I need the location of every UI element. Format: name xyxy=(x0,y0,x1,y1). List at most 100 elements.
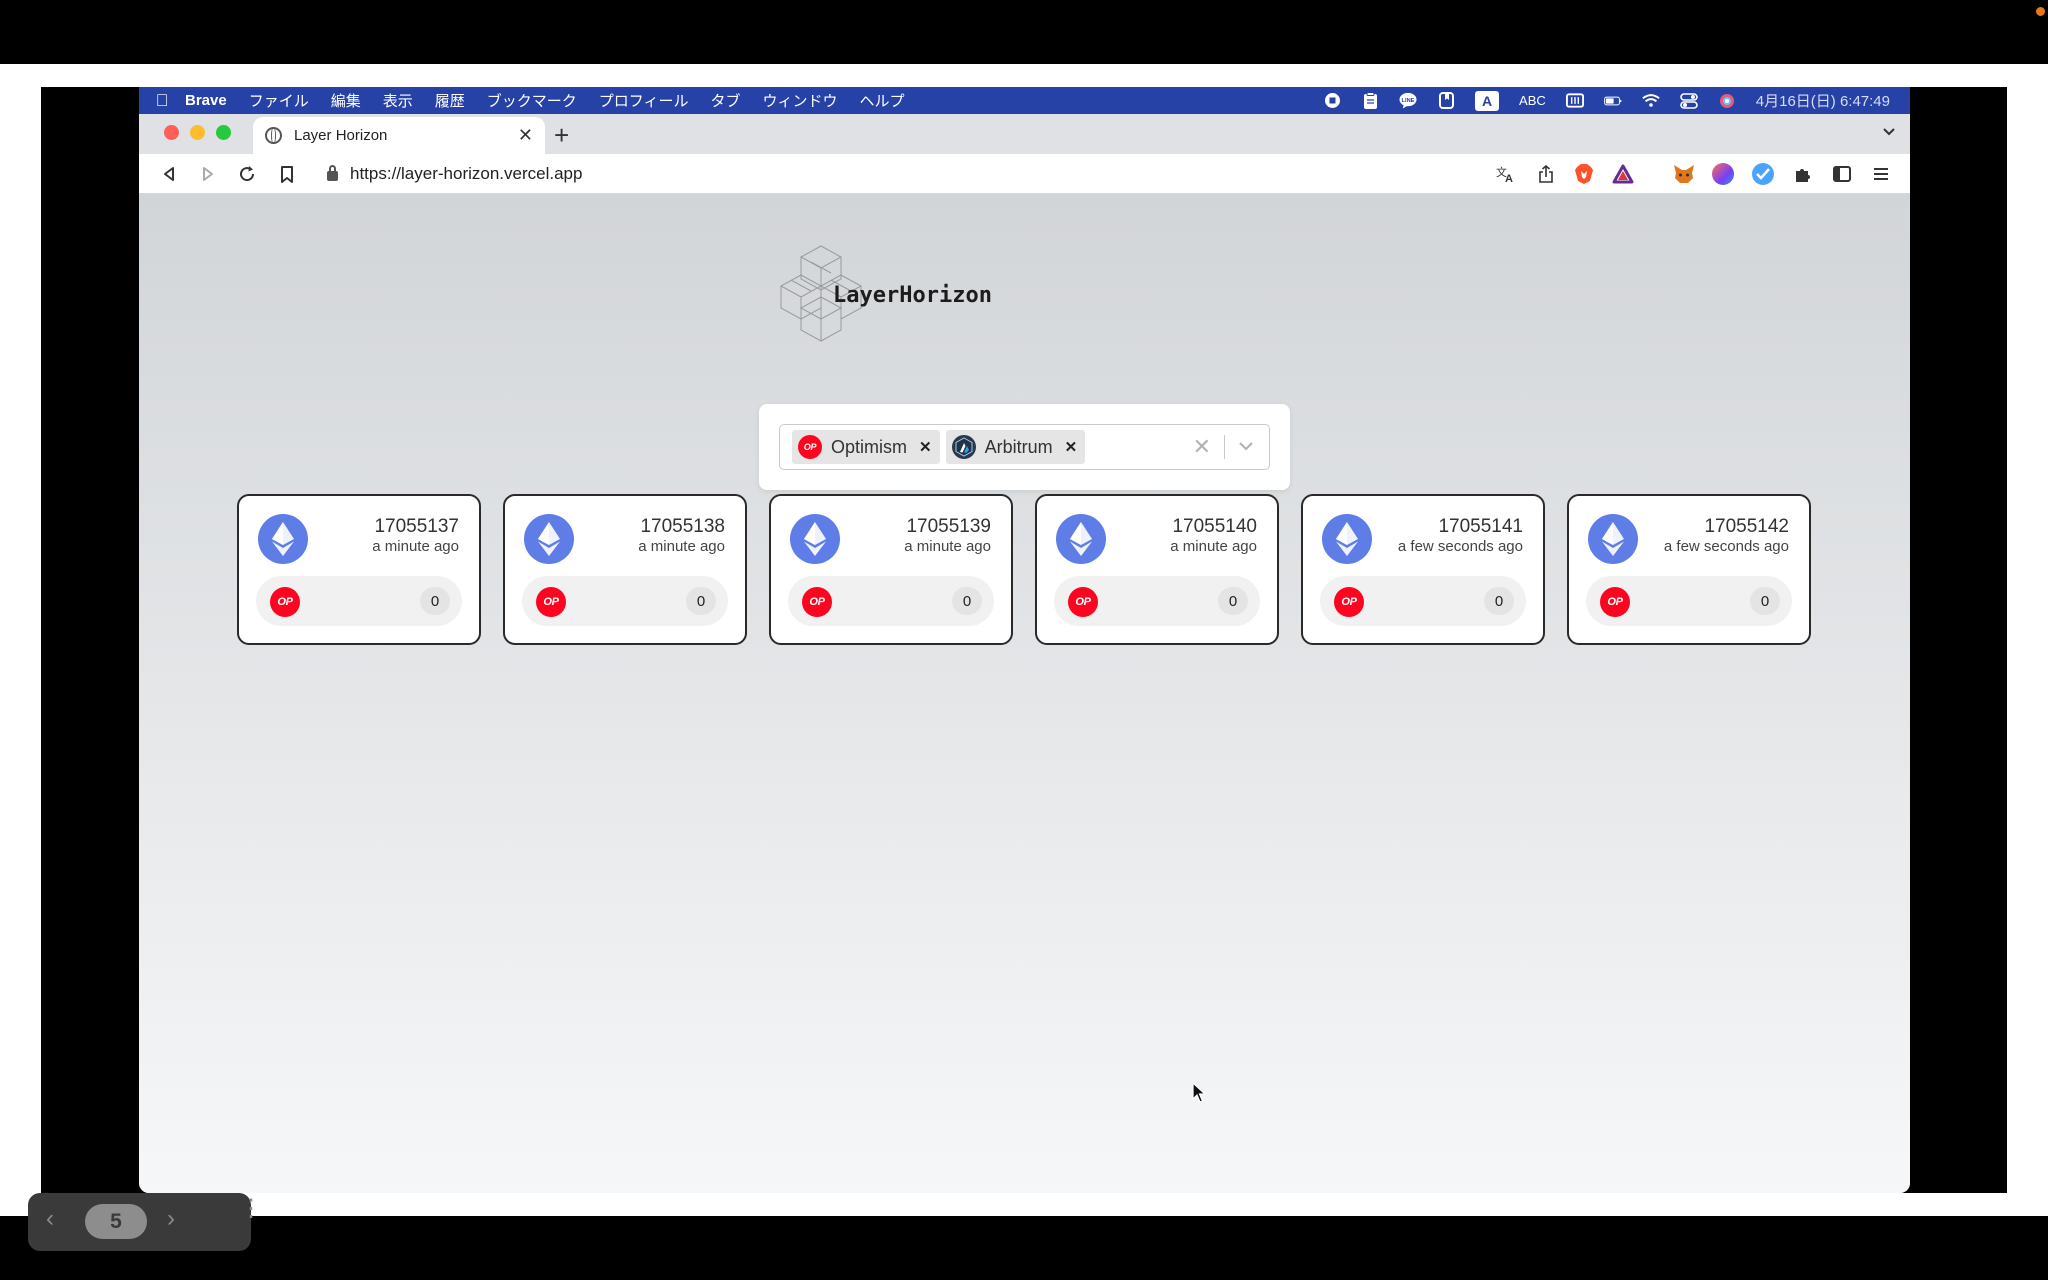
tab-close-icon[interactable]: ✕ xyxy=(518,125,533,146)
block-time: a minute ago xyxy=(372,538,459,555)
svg-text:LINE: LINE xyxy=(1402,98,1415,104)
window-minimize-button[interactable] xyxy=(190,125,205,140)
menu-edit[interactable]: 編集 xyxy=(331,90,361,111)
menu-tab[interactable]: タブ xyxy=(710,90,740,111)
address-bar[interactable]: https://layer-horizon.vercel.app xyxy=(311,159,1471,189)
site-logo[interactable]: LayerHorizon xyxy=(775,244,992,342)
optimism-logo-icon: OP xyxy=(1334,587,1364,617)
remove-optimism-icon[interactable]: ✕ xyxy=(919,438,932,456)
keyboard-icon[interactable] xyxy=(1565,93,1584,108)
page-indicator[interactable]: 5 xyxy=(85,1204,147,1239)
rollup-tx-count: 0 xyxy=(1218,587,1248,615)
lock-icon[interactable] xyxy=(327,165,338,181)
sidebar-toggle-icon[interactable] xyxy=(1830,162,1854,186)
ethereum-logo-icon xyxy=(790,514,840,564)
globe-icon xyxy=(265,127,282,144)
block-number: 17055140 xyxy=(1172,516,1257,537)
block-time: a few seconds ago xyxy=(1663,538,1789,555)
optimism-logo-icon: OP xyxy=(270,587,300,617)
menu-bookmarks[interactable]: ブックマーク xyxy=(487,90,577,111)
extensions-puzzle-icon[interactable] xyxy=(1791,162,1815,186)
block-card[interactable]: 17055140 a minute ago OP 0 xyxy=(1035,494,1279,645)
input-source-label[interactable]: ABC xyxy=(1519,93,1546,108)
recording-indicator-dot xyxy=(2036,7,2045,16)
block-card[interactable]: 17055137 a minute ago OP 0 xyxy=(237,494,481,645)
menu-profiles[interactable]: プロフィール xyxy=(599,90,689,111)
menu-window[interactable]: ウィンドウ xyxy=(763,90,838,111)
checkmark-extension-icon[interactable] xyxy=(1752,163,1774,185)
menu-file[interactable]: ファイル xyxy=(249,90,309,111)
apple-icon[interactable]:  xyxy=(139,91,185,111)
optimism-logo-icon: OP xyxy=(1068,587,1098,617)
rollup-tx-count: 0 xyxy=(420,587,450,615)
browser-tab-strip: Layer Horizon ✕ + xyxy=(139,114,1910,154)
block-list: 17055137 a minute ago OP 0 17055138 a mi… xyxy=(237,494,1811,645)
rollup-tx-count: 0 xyxy=(952,587,982,615)
block-time: a minute ago xyxy=(638,538,725,555)
wifi-icon[interactable] xyxy=(1642,93,1660,108)
forward-button[interactable] xyxy=(196,162,220,186)
clipboard-icon[interactable] xyxy=(1361,91,1379,109)
menu-app-name[interactable]: Brave xyxy=(185,92,227,109)
screen-recording-frame:  Brave ファイル 編集 表示 履歴 ブックマーク プロフィール タブ ウ… xyxy=(0,0,2048,1280)
block-number: 17055139 xyxy=(906,516,991,537)
brave-shields-icon[interactable] xyxy=(1573,163,1595,185)
siri-icon[interactable] xyxy=(1718,93,1736,108)
chain-multiselect[interactable]: OP Optimism ✕ Arbitrum ✕ ✕ xyxy=(779,424,1270,470)
menu-view[interactable]: 表示 xyxy=(383,90,413,111)
next-chevron-icon[interactable]: › xyxy=(167,1205,175,1233)
svg-text:A: A xyxy=(1505,173,1513,183)
ethereum-logo-icon xyxy=(1322,514,1372,564)
menu-help[interactable]: ヘルプ xyxy=(860,90,905,111)
block-card[interactable]: 17055141 a few seconds ago OP 0 xyxy=(1301,494,1545,645)
ethereum-logo-icon xyxy=(1588,514,1638,564)
block-card[interactable]: 17055142 a few seconds ago OP 0 xyxy=(1567,494,1811,645)
chip-arbitrum: Arbitrum ✕ xyxy=(945,430,1086,464)
control-center-icon[interactable] xyxy=(1679,92,1698,109)
url-text[interactable]: https://layer-horizon.vercel.app xyxy=(350,164,582,184)
menu-history[interactable]: 履歴 xyxy=(435,90,465,111)
browser-toolbar: https://layer-horizon.vercel.app 文A xyxy=(139,154,1910,194)
dropdown-chevron-icon[interactable] xyxy=(1237,437,1255,455)
previous-chevron-icon[interactable]: ‹ xyxy=(46,1205,54,1233)
mac-screen:  Brave ファイル 編集 表示 履歴 ブックマーク プロフィール タブ ウ… xyxy=(139,87,1910,1193)
menubar-clock[interactable]: 4月16日(日) 6:47:49 xyxy=(1756,90,1890,111)
translate-icon[interactable]: 文A xyxy=(1494,162,1518,186)
remove-arbitrum-icon[interactable]: ✕ xyxy=(1065,438,1078,456)
block-card[interactable]: 17055139 a minute ago OP 0 xyxy=(769,494,1013,645)
clear-all-icon[interactable]: ✕ xyxy=(1193,434,1211,460)
new-tab-button[interactable]: + xyxy=(554,120,569,151)
tab-list-chevron-icon[interactable] xyxy=(1882,124,1896,140)
window-close-button[interactable] xyxy=(164,125,179,140)
screen-record-icon[interactable] xyxy=(1323,93,1341,108)
chain-filter-card: OP Optimism ✕ Arbitrum ✕ ✕ xyxy=(759,404,1290,490)
battery-icon[interactable] xyxy=(1603,93,1622,108)
more-options-icon[interactable]: ⋮ xyxy=(239,1197,263,1221)
rollup-tx-count: 0 xyxy=(1750,587,1780,615)
reload-button[interactable] xyxy=(235,162,259,186)
ethereum-logo-icon xyxy=(524,514,574,564)
rollup-tx-count: 0 xyxy=(686,587,716,615)
block-number: 17055138 xyxy=(640,516,725,537)
select-separator xyxy=(1224,435,1225,459)
tab-layer-horizon[interactable]: Layer Horizon ✕ xyxy=(253,117,545,154)
menubar-status-area: LINE A ABC 4月16日(日) 6:47:49 xyxy=(1323,87,1890,114)
bookmark-manager-icon[interactable] xyxy=(1437,92,1455,109)
optimism-logo-icon: OP xyxy=(1600,587,1630,617)
window-zoom-button[interactable] xyxy=(216,125,231,140)
rollup-row: OP 0 xyxy=(1054,576,1260,626)
block-card[interactable]: 17055138 a minute ago OP 0 xyxy=(503,494,747,645)
input-source-badge[interactable]: A xyxy=(1475,90,1500,111)
optimism-logo-icon: OP xyxy=(536,587,566,617)
metamask-extension-icon[interactable] xyxy=(1673,163,1695,185)
bookmark-button[interactable] xyxy=(275,162,299,186)
wallet-extension-icon[interactable] xyxy=(1712,163,1734,185)
line-app-icon[interactable]: LINE xyxy=(1399,92,1417,109)
rollup-tx-count: 0 xyxy=(1484,587,1514,615)
chip-optimism: OP Optimism ✕ xyxy=(792,430,940,464)
menu-hamburger-icon[interactable] xyxy=(1869,162,1893,186)
brave-rewards-icon[interactable] xyxy=(1612,163,1634,185)
rollup-row: OP 0 xyxy=(788,576,994,626)
back-button[interactable] xyxy=(157,162,181,186)
share-icon[interactable] xyxy=(1534,162,1558,186)
